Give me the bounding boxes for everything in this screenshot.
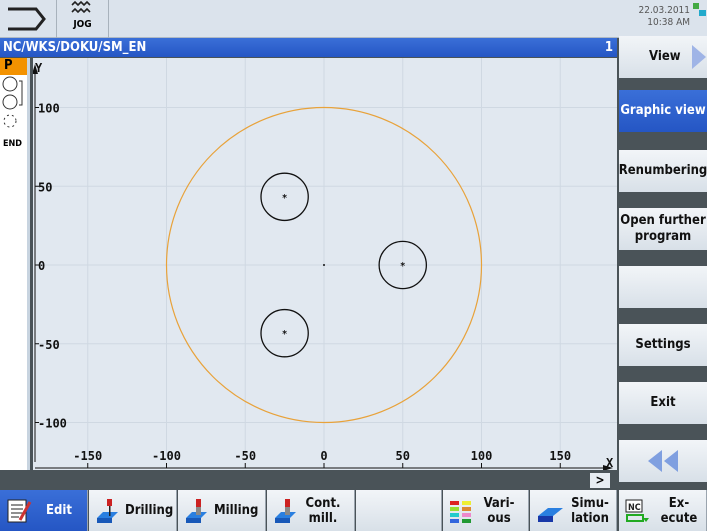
x-tick-label: 0 bbox=[320, 449, 327, 463]
arrow-right-icon bbox=[691, 45, 706, 69]
x-tick-label: 100 bbox=[471, 449, 493, 463]
tab-contour-milling[interactable]: Cont. mill. bbox=[267, 490, 355, 531]
drilling-icon bbox=[97, 498, 118, 523]
tab-simulation[interactable]: Simu- lation bbox=[530, 490, 617, 531]
svg-text:NC: NC bbox=[628, 503, 641, 513]
tab-execute[interactable]: NC Ex- ecute bbox=[619, 490, 707, 531]
jog-icon bbox=[70, 0, 91, 14]
center-point bbox=[323, 264, 325, 266]
program-path: NC/WKS/DOKU/SM_EN bbox=[3, 40, 147, 55]
step-end[interactable]: END bbox=[0, 139, 27, 149]
nc-execute-icon: NC bbox=[625, 499, 649, 522]
various-icon bbox=[450, 500, 471, 523]
softkey-view[interactable]: View bbox=[619, 36, 707, 78]
program-path-bar: NC/WKS/DOKU/SM_EN 1 bbox=[0, 38, 617, 57]
tab-milling[interactable]: Milling bbox=[178, 490, 266, 531]
double-chevron-left-icon bbox=[648, 450, 678, 472]
softkey-graphic-view[interactable]: Graphic view bbox=[619, 90, 707, 132]
hole-center-mark: * bbox=[282, 193, 287, 204]
jog-mode[interactable]: JOG bbox=[57, 0, 109, 38]
y-axis-label: Y bbox=[35, 61, 43, 75]
circle-pattern-icons bbox=[2, 76, 23, 128]
x-tick-label: -50 bbox=[234, 449, 256, 463]
softkey-renumbering[interactable]: Renumbering bbox=[619, 150, 707, 192]
tab-drilling[interactable]: Drilling bbox=[89, 490, 177, 531]
tab-empty[interactable] bbox=[356, 490, 442, 531]
channel-number: 1 bbox=[604, 40, 613, 55]
back-arrow-icon bbox=[8, 7, 46, 31]
network-icon bbox=[693, 3, 706, 16]
x-tick-label: 150 bbox=[549, 449, 571, 463]
header-bar: JOG 22.03.2011 10:38 AM bbox=[0, 0, 707, 38]
machine-area-button[interactable] bbox=[0, 0, 57, 38]
x-tick-label: -150 bbox=[73, 449, 102, 463]
x-tick-label: -100 bbox=[152, 449, 181, 463]
softkey-empty[interactable] bbox=[619, 266, 707, 308]
y-tick-label: -50 bbox=[38, 338, 60, 352]
hole-center-mark: * bbox=[400, 261, 405, 272]
y-tick-label: 100 bbox=[38, 102, 60, 116]
simulation-icon bbox=[538, 507, 563, 522]
softkey-settings[interactable]: Settings bbox=[619, 324, 707, 366]
milling-icon bbox=[186, 498, 207, 523]
hole-center-mark: * bbox=[282, 329, 287, 340]
tab-various[interactable]: Vari- ous bbox=[443, 490, 529, 531]
step-program-header[interactable]: P bbox=[0, 58, 27, 75]
softkey-back[interactable] bbox=[619, 440, 707, 482]
tab-edit[interactable]: Edit bbox=[0, 490, 88, 531]
x-tick-label: 50 bbox=[396, 449, 410, 463]
program-step-list: P END bbox=[0, 58, 30, 470]
date: 22.03.2011 bbox=[638, 5, 691, 16]
time: 10:38 AM bbox=[647, 17, 690, 28]
graphic-view[interactable]: Y X -150 -100 -50 0 50 100 150 100 50 0 -50 -100 * * * bbox=[32, 58, 617, 471]
plot-canvas: Y X -150 -100 -50 0 50 100 150 100 50 0 -50 -100 * * * bbox=[32, 58, 617, 471]
edit-icon bbox=[7, 499, 32, 522]
x-axis-label: X bbox=[606, 456, 614, 470]
y-tick-label: 0 bbox=[38, 259, 45, 273]
y-tick-label: -100 bbox=[38, 417, 67, 431]
contour-milling-icon bbox=[275, 498, 296, 523]
softkey-open-further-program[interactable]: Open further program bbox=[619, 208, 707, 250]
status-strip: > bbox=[0, 470, 617, 490]
softkey-exit[interactable]: Exit bbox=[619, 382, 707, 424]
more-button[interactable]: > bbox=[590, 473, 610, 488]
y-tick-label: 50 bbox=[38, 180, 52, 194]
